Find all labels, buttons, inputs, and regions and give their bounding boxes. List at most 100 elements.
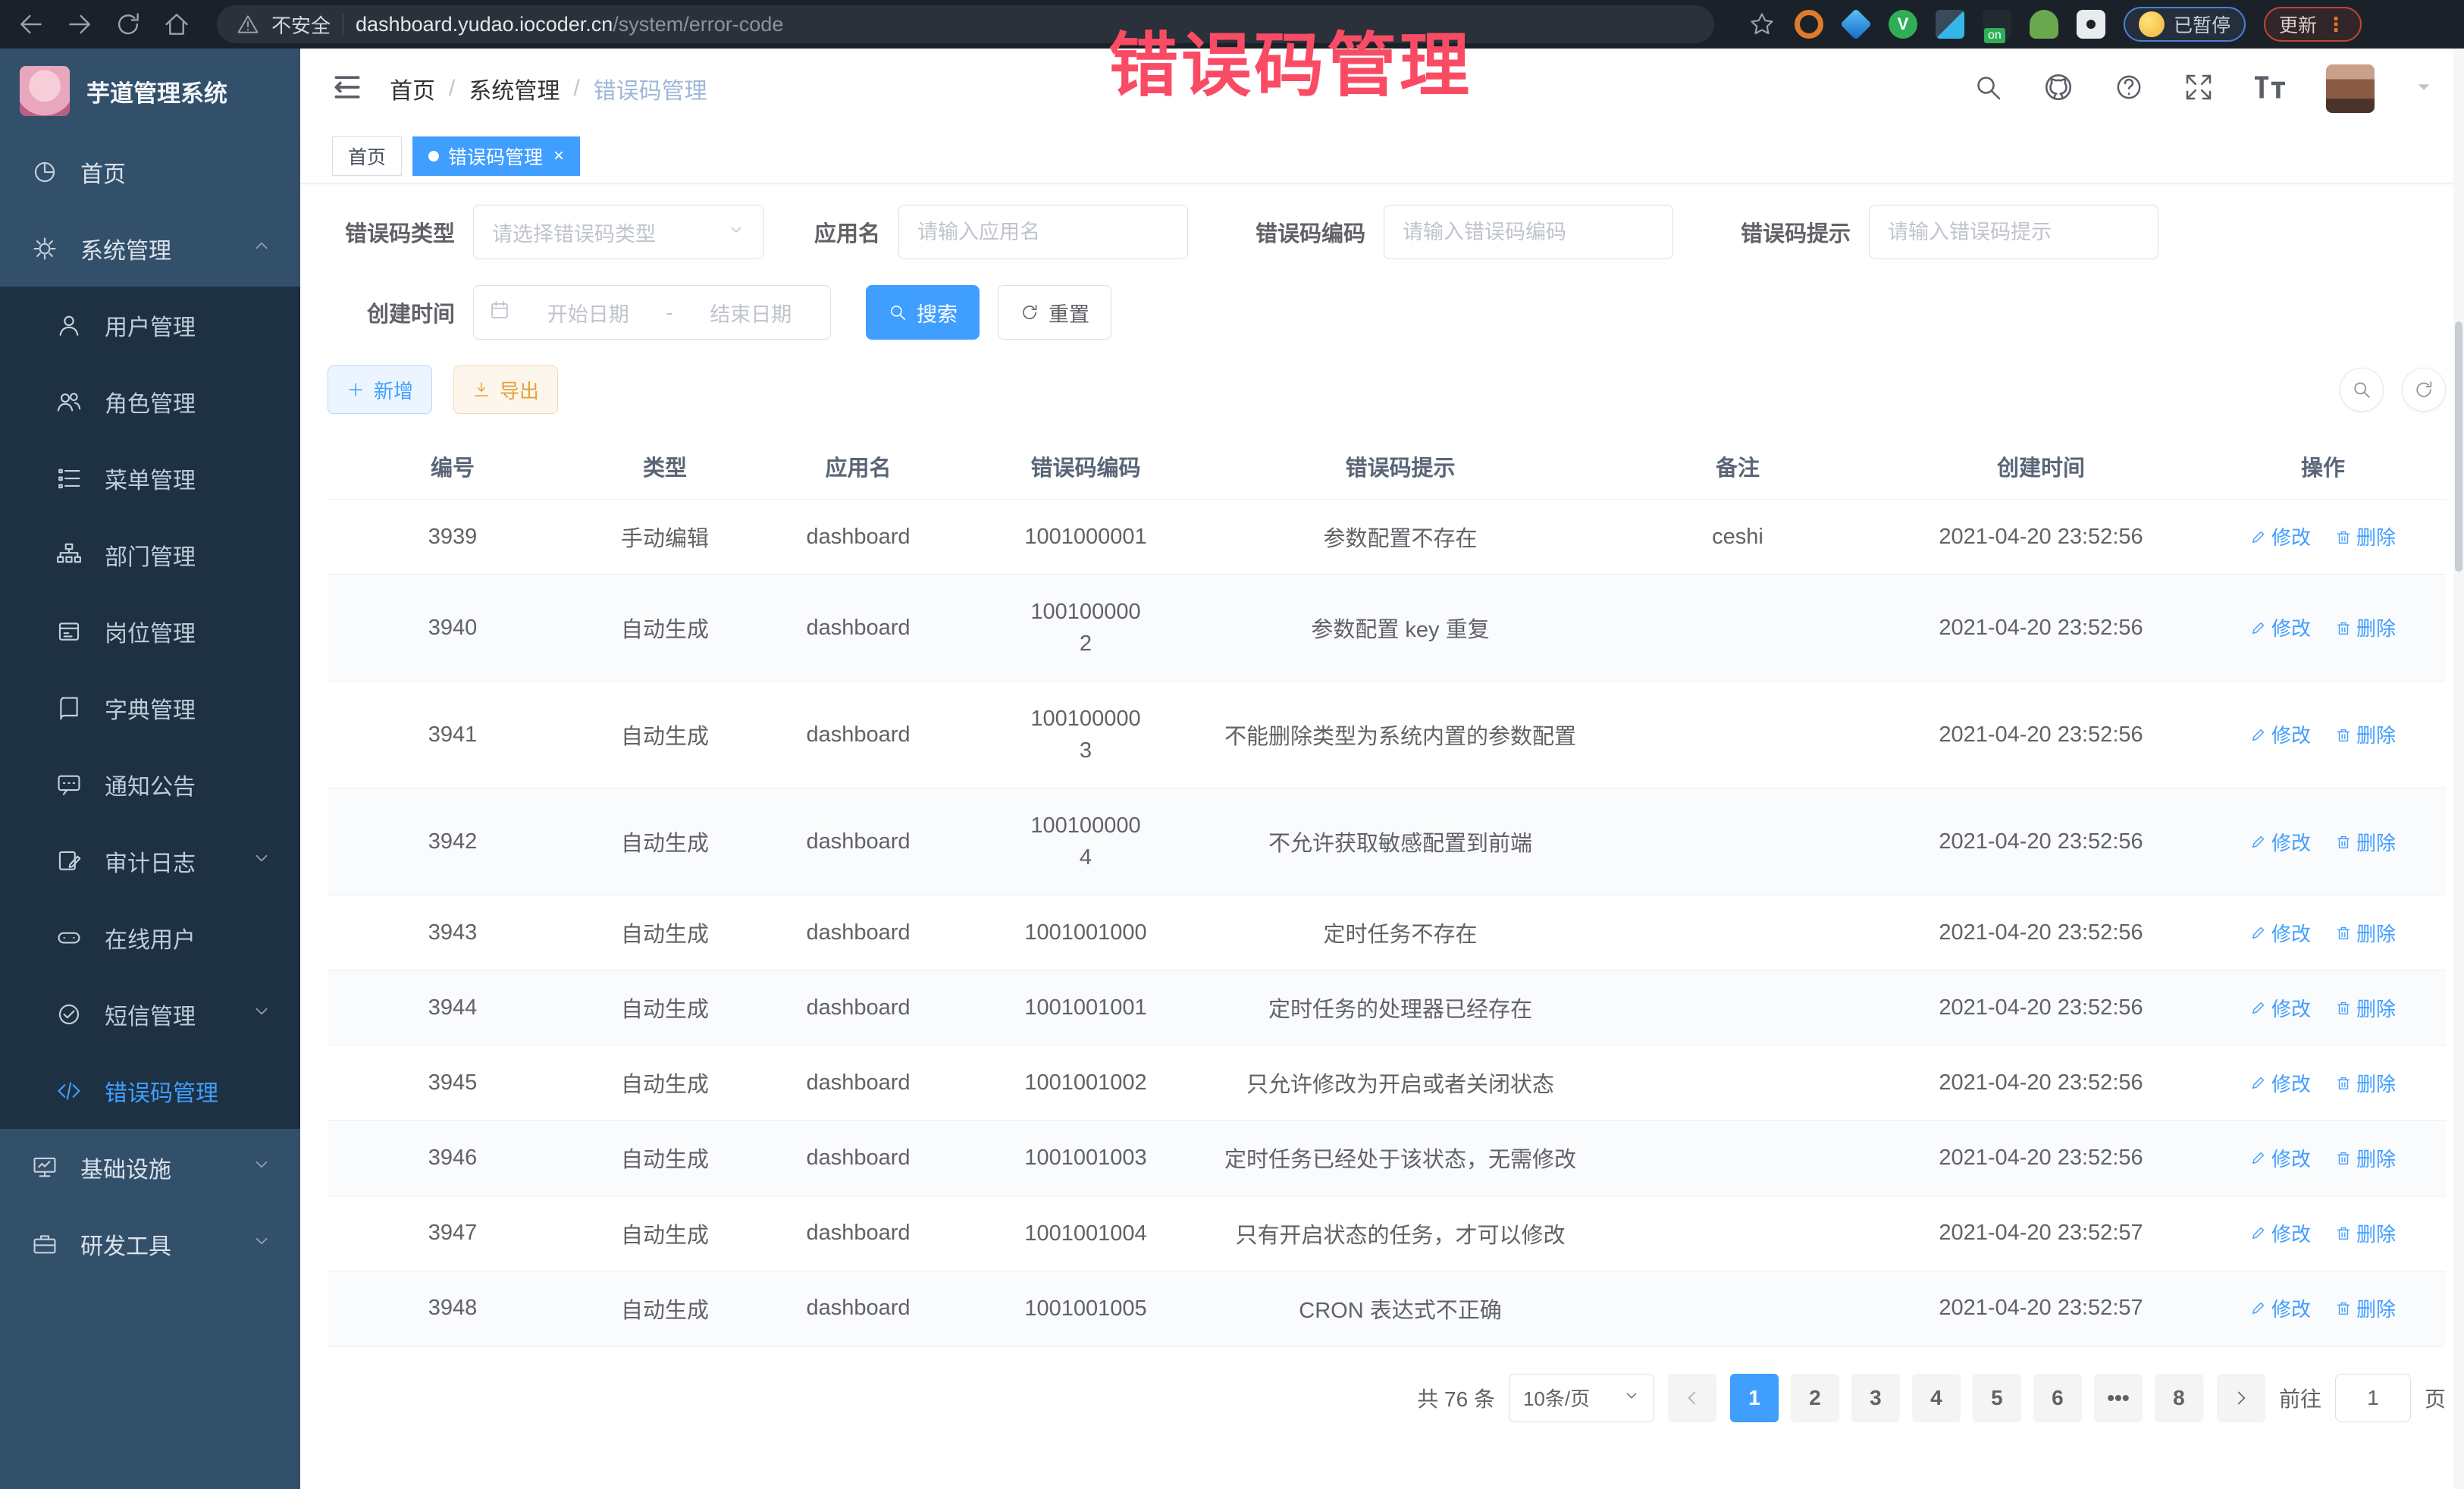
cell-id: 3945	[328, 1045, 578, 1121]
prev-page-button[interactable]	[1668, 1374, 1716, 1422]
page-button[interactable]: •••	[2094, 1374, 2143, 1422]
edit-link[interactable]: 修改	[2250, 828, 2311, 856]
delete-link[interactable]: 删除	[2335, 994, 2396, 1022]
edit-link[interactable]: 修改	[2250, 720, 2311, 748]
extension-icon-gem[interactable]	[1840, 8, 1872, 40]
forward-icon[interactable]	[65, 10, 94, 39]
breadcrumb-system[interactable]: 系统管理	[469, 72, 560, 105]
app-name-input[interactable]	[898, 205, 1188, 259]
search-icon[interactable]	[1973, 72, 2003, 106]
export-button[interactable]: 导出	[453, 365, 558, 414]
page-button[interactable]: 8	[2155, 1374, 2203, 1422]
user-avatar[interactable]	[2326, 64, 2375, 113]
cell-type: 自动生成	[578, 970, 752, 1045]
search-button[interactable]: 搜索	[866, 285, 980, 340]
delete-link[interactable]: 删除	[2335, 919, 2396, 947]
page-button[interactable]: 4	[1912, 1374, 1961, 1422]
back-icon[interactable]	[17, 10, 45, 39]
extension-icon-orange[interactable]	[1795, 10, 1823, 39]
delete-link[interactable]: 删除	[2335, 828, 2396, 856]
font-size-icon[interactable]	[2253, 72, 2287, 106]
page-button[interactable]: 1	[1730, 1374, 1779, 1422]
edit-link[interactable]: 修改	[2250, 1219, 2311, 1247]
extension-icon-key[interactable]	[2030, 10, 2058, 39]
close-tag-icon[interactable]: ×	[553, 146, 564, 167]
sidebar-item-audit-log[interactable]: 审计日志	[0, 823, 300, 899]
delete-link[interactable]: 删除	[2335, 522, 2396, 550]
sidebar-item-dev-tools[interactable]: 研发工具	[0, 1205, 300, 1282]
home-icon[interactable]	[162, 10, 191, 39]
app-logo	[20, 66, 70, 116]
edit-link[interactable]: 修改	[2250, 919, 2311, 947]
edit-link[interactable]: 修改	[2250, 994, 2311, 1022]
tag-home[interactable]: 首页	[332, 136, 402, 176]
cell-app: dashboard	[752, 500, 964, 575]
error-code-input[interactable]	[1384, 205, 1673, 259]
sidebar-toggle-icon[interactable]	[331, 71, 364, 108]
error-hint-input[interactable]	[1869, 205, 2158, 259]
edit-link[interactable]: 修改	[2250, 1069, 2311, 1097]
sidebar-item-announcements[interactable]: 通知公告	[0, 746, 300, 823]
sidebar-item-system[interactable]: 系统管理	[0, 210, 300, 287]
next-page-button[interactable]	[2217, 1374, 2265, 1422]
delete-link[interactable]: 删除	[2335, 1294, 2396, 1322]
menu-list-icon	[56, 466, 83, 491]
page-button[interactable]: 5	[1973, 1374, 2021, 1422]
toggle-search-icon[interactable]	[2340, 368, 2384, 412]
app-logo-row[interactable]: 芋道管理系统	[0, 49, 300, 133]
breadcrumb-home[interactable]: 首页	[390, 72, 435, 105]
page-size-select[interactable]: 10条/页	[1509, 1374, 1654, 1422]
vertical-scrollbar[interactable]	[2453, 49, 2464, 1489]
goto-page-input[interactable]	[2335, 1374, 2411, 1422]
sidebar-item-error-code[interactable]: 错误码管理	[0, 1052, 300, 1129]
error-type-select[interactable]: 请选择错误码类型	[473, 205, 764, 259]
page-button[interactable]: 2	[1791, 1374, 1839, 1422]
main-area: 首页 / 系统管理 / 错误码管理 首页	[300, 49, 2464, 1489]
sidebar-item-sms[interactable]: 短信管理	[0, 976, 300, 1052]
sidebar-item-online-users[interactable]: 在线用户	[0, 899, 300, 976]
browser-menu-dots-icon[interactable]: ⋮	[2326, 13, 2346, 36]
page-button[interactable]: 6	[2033, 1374, 2082, 1422]
extension-icon-grid[interactable]	[1936, 10, 1964, 39]
cell-hint: 不能删除类型为系统内置的参数配置	[1207, 682, 1594, 788]
extension-icon-list-on[interactable]	[1983, 10, 2011, 39]
add-button[interactable]: 新增	[328, 365, 432, 414]
extension-icon-green-v[interactable]: V	[1889, 10, 1917, 39]
edit-link[interactable]: 修改	[2250, 1144, 2311, 1172]
edit-link[interactable]: 修改	[2250, 522, 2311, 550]
delete-link[interactable]: 删除	[2335, 613, 2396, 641]
sidebar-item-departments[interactable]: 部门管理	[0, 516, 300, 593]
edit-link[interactable]: 修改	[2250, 1294, 2311, 1322]
scrollbar-thumb[interactable]	[2455, 321, 2462, 572]
fullscreen-icon[interactable]	[2183, 72, 2214, 106]
sidebar-item-menus[interactable]: 菜单管理	[0, 440, 300, 516]
page-button[interactable]: 3	[1851, 1374, 1900, 1422]
reload-icon[interactable]	[114, 10, 143, 39]
delete-link[interactable]: 删除	[2335, 720, 2396, 748]
refresh-icon[interactable]	[2402, 368, 2446, 412]
delete-link[interactable]: 删除	[2335, 1069, 2396, 1097]
profile-paused-pill[interactable]: 已暂停	[2124, 7, 2246, 42]
help-icon[interactable]	[2114, 72, 2144, 106]
avatar-caret-down-icon[interactable]	[2414, 77, 2434, 101]
reset-button[interactable]: 重置	[998, 285, 1111, 340]
update-button[interactable]: 更新 ⋮	[2264, 7, 2362, 42]
tag-error-code[interactable]: 错误码管理 ×	[412, 136, 580, 176]
bookmark-star-icon[interactable]	[1748, 10, 1776, 39]
sidebar-item-roles[interactable]: 角色管理	[0, 363, 300, 440]
cell-time: 2021-04-20 23:52:56	[1882, 970, 2200, 1045]
address-bar[interactable]: 不安全 dashboard.yudao.iocoder.cn/system/er…	[217, 5, 1714, 43]
extensions-puzzle-icon[interactable]	[2077, 10, 2105, 39]
github-icon[interactable]	[2042, 71, 2074, 107]
delete-link[interactable]: 删除	[2335, 1219, 2396, 1247]
sidebar-item-dictionary[interactable]: 字典管理	[0, 669, 300, 746]
sidebar-item-posts[interactable]: 岗位管理	[0, 593, 300, 669]
sms-icon	[56, 1002, 83, 1027]
edit-link[interactable]: 修改	[2250, 613, 2311, 641]
create-time-range-picker[interactable]: 开始日期 - 结束日期	[473, 285, 831, 340]
sidebar-item-users[interactable]: 用户管理	[0, 287, 300, 363]
delete-link[interactable]: 删除	[2335, 1144, 2396, 1172]
cell-note	[1594, 1196, 1882, 1271]
sidebar-item-infrastructure[interactable]: 基础设施	[0, 1129, 300, 1205]
sidebar-item-home[interactable]: 首页	[0, 133, 300, 210]
